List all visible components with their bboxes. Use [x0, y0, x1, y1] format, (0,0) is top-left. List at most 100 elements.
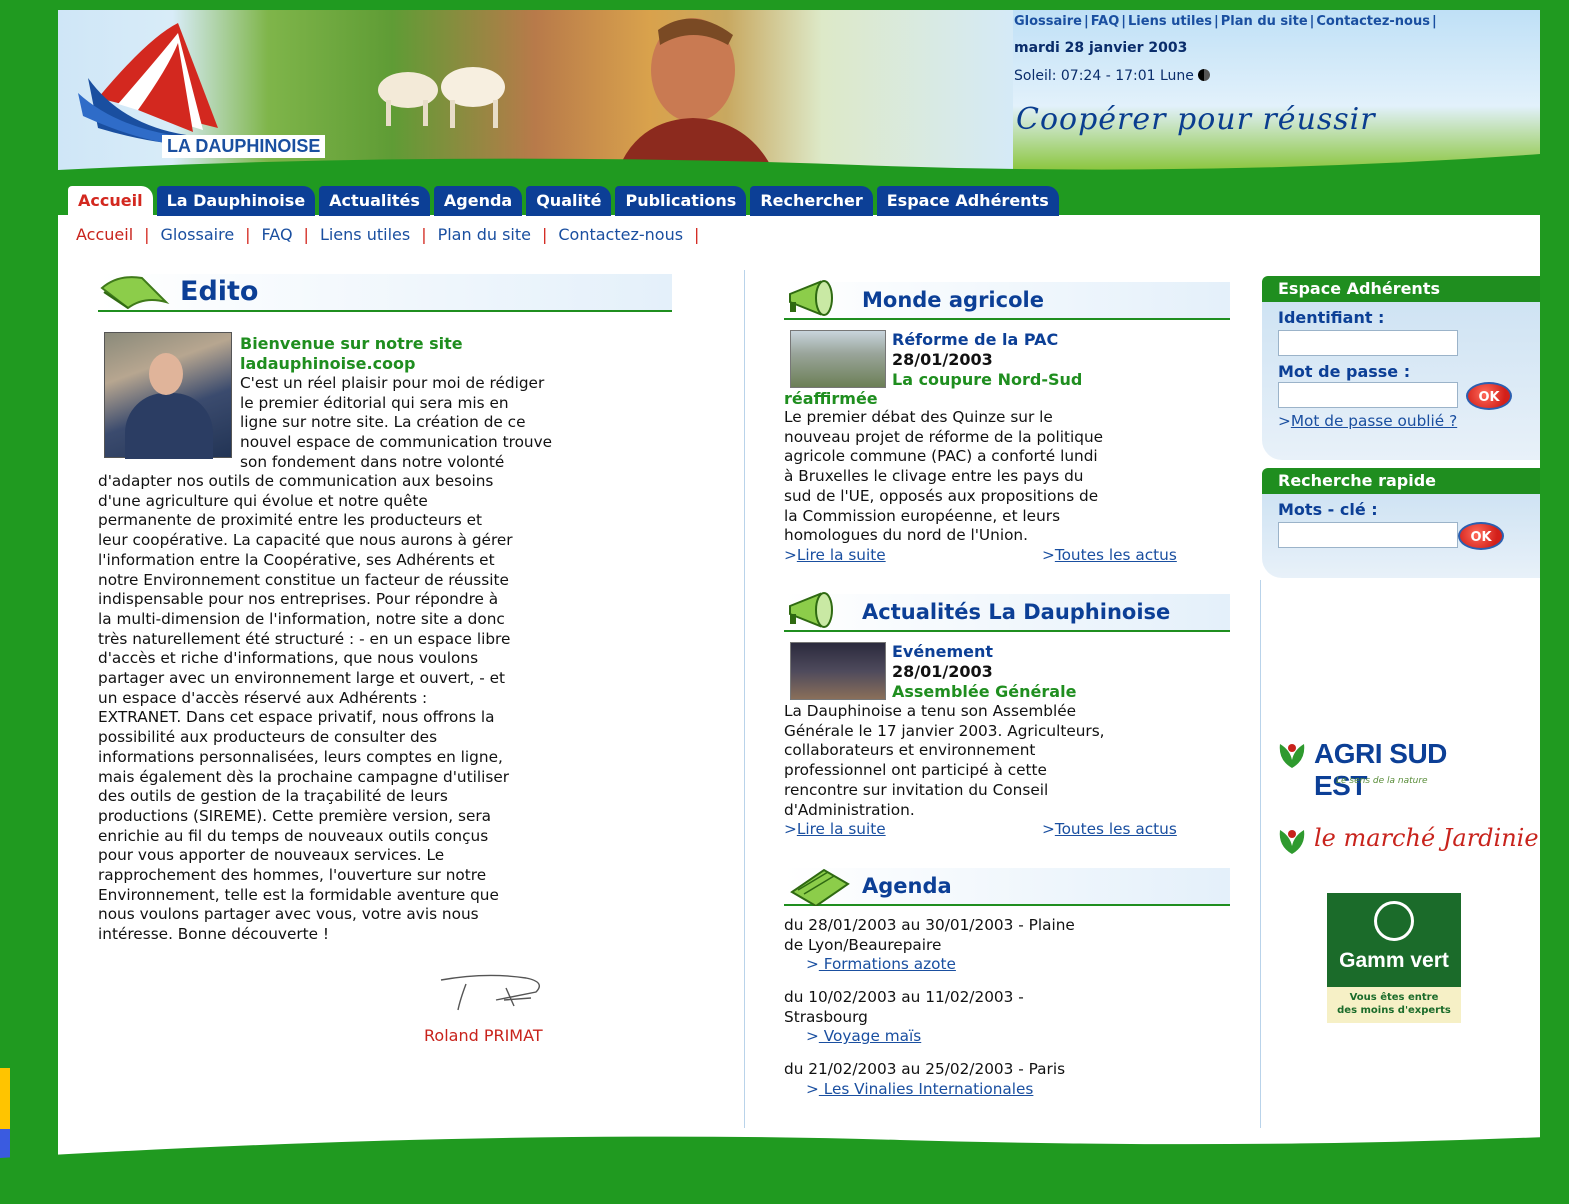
actus-line: rencontre sur invitation du Conseil — [784, 780, 1049, 799]
leaf-logo-icon — [1279, 744, 1305, 768]
edito-line: des outils de gestion de la traçabilité … — [98, 787, 448, 806]
password-input[interactable] — [1278, 382, 1458, 408]
tab-publications[interactable]: Publications — [615, 186, 747, 216]
actus-line: Générale le 17 janvier 2003. Agriculteur… — [784, 721, 1105, 740]
login-ok-button[interactable]: OK — [1466, 382, 1512, 410]
megaphone-icon — [789, 592, 833, 628]
subnav-liens[interactable]: Liens utiles — [320, 225, 410, 244]
search-input[interactable] — [1278, 522, 1458, 548]
top-link-plan[interactable]: Plan du site — [1221, 14, 1308, 29]
edito-line: un espace d'accès réservé aux Adhérents … — [98, 688, 428, 707]
subnav-contact[interactable]: Contactez-nous — [558, 225, 683, 244]
gamm-name: Gamm vert — [1339, 949, 1449, 972]
partner-agri-sud-est[interactable]: AGRI SUD EST Le sens de la nature — [1276, 730, 1486, 801]
monde-line: à Bruxelles le clivage entre les pays du — [784, 467, 1084, 486]
agenda-link-text: Les Vinalies Internationales — [818, 1079, 1034, 1098]
sun-times: Soleil: 07:24 - 17:01 Lune — [1014, 68, 1210, 84]
agenda-link[interactable]: > Les Vinalies Internationales — [784, 1080, 1244, 1100]
edito-line: indispensable pour nos entreprises. Pour… — [98, 590, 499, 609]
edito-line: intéresse. Bonne découverte ! — [98, 925, 330, 944]
actus-all-news-text: Toutes les actus — [1054, 820, 1177, 838]
members-box-header: Espace Adhérents — [1262, 276, 1540, 302]
agenda-place: Strasbourg — [784, 1007, 868, 1026]
monde-all-news-link[interactable]: >Toutes les actus — [1042, 546, 1177, 564]
top-link-faq[interactable]: FAQ — [1091, 14, 1120, 29]
password-label: Mot de passe : — [1278, 362, 1411, 381]
header-wave — [58, 154, 1540, 170]
edito-line: partager avec un environnement large et … — [98, 669, 505, 688]
tab-agenda[interactable]: Agenda — [433, 186, 523, 216]
top-link-contact[interactable]: Contactez-nous — [1316, 14, 1430, 29]
cows-icon — [378, 67, 505, 128]
edito-line: informations personnalisées, leurs compt… — [98, 747, 503, 766]
actus-line: La Dauphinoise a tenu son Assemblée — [784, 702, 1077, 720]
notebook-icon — [790, 868, 850, 906]
edito-line: son fondement dans notre volonté — [240, 452, 505, 471]
gamm-tagline: Vous êtes entre des moins d'experts — [1327, 987, 1461, 1023]
actus-thumbnail[interactable] — [790, 642, 886, 700]
edito-line: C'est un réel plaisir pour moi de rédige… — [240, 374, 545, 392]
edito-line: très naturellement été structuré : - en … — [98, 629, 511, 648]
edito-line: le premier éditorial qui sera mis en — [240, 393, 509, 412]
edito-line: Environnement, telle est la formidable a… — [98, 885, 499, 904]
agenda-title: Agenda — [862, 874, 952, 898]
monde-title: Monde agricole — [862, 288, 1044, 312]
actus-title-bar: Actualités La Dauphinoise — [784, 592, 1230, 632]
slogan: Coopérer pour réussir — [1016, 102, 1376, 137]
monde-title-bar: Monde agricole — [784, 280, 1230, 320]
actus-all-news-link[interactable]: >Toutes les actus — [1042, 820, 1177, 838]
agenda-link-text: Voyage maïs — [818, 1027, 922, 1046]
actus-date: 28/01/2003 — [892, 662, 993, 681]
tab-espace-adherents[interactable]: Espace Adhérents — [876, 186, 1059, 216]
column-divider — [1260, 580, 1261, 1128]
monde-read-more-link[interactable]: >Lire la suite — [784, 546, 886, 564]
edito-line: d'une agriculture qui évolue et notre qu… — [98, 491, 428, 510]
top-link-glossaire[interactable]: Glossaire — [1014, 14, 1082, 29]
actus-text: La Dauphinoise a tenu son Assemblée Géné… — [784, 702, 1244, 820]
forgot-password-link[interactable]: >Mot de passe oublié ? — [1278, 412, 1457, 430]
agri-tagline: Le sens de la nature — [1336, 776, 1428, 786]
main-tabs: Accueil La Dauphinoise Actualités Agenda… — [68, 186, 1059, 216]
monde-line: sud de l'UE, opposés aux propositions de — [784, 486, 1099, 505]
agenda-place: de Lyon/Beaurepaire — [784, 935, 942, 954]
tab-actualites[interactable]: Actualités — [319, 186, 430, 216]
current-date: mardi 28 janvier 2003 — [1014, 40, 1188, 56]
agenda-link[interactable]: > Voyage maïs — [784, 1027, 1244, 1047]
top-links: Glossaire | FAQ | Liens utiles | Plan du site |… — [1014, 14, 1437, 29]
tab-qualite[interactable]: Qualité — [526, 186, 612, 216]
signature-name: Roland PRIMAT — [424, 1026, 543, 1045]
subnav-glossaire[interactable]: Glossaire — [161, 225, 235, 244]
top-link-liens[interactable]: Liens utiles — [1128, 14, 1212, 29]
edito-body-top: C'est un réel plaisir pour moi de rédige… — [240, 374, 670, 473]
edito-line: notre Environnement constitue un facteur… — [98, 570, 509, 589]
tab-accueil[interactable]: Accueil — [68, 186, 153, 216]
partner-gamm-vert[interactable]: Gamm vert Vous êtes entre des moins d'ex… — [1327, 893, 1461, 1023]
edito-title-bar: Edito — [98, 274, 672, 312]
login-input[interactable] — [1278, 330, 1458, 356]
monde-kind: Réforme de la PAC — [892, 330, 1059, 349]
tab-rechercher[interactable]: Rechercher — [750, 186, 873, 216]
monde-text: Le premier débat des Quinze sur le nouve… — [784, 408, 1244, 546]
search-ok-button[interactable]: OK — [1458, 522, 1504, 550]
actus-line: professionnel ont participé à cette — [784, 761, 1047, 780]
edito-line: productions (SIREME). Cette première ver… — [98, 806, 492, 825]
subnav-faq[interactable]: FAQ — [262, 225, 293, 244]
agenda-dates: du 10/02/2003 au 11/02/2003 - — [784, 988, 1024, 1006]
column-divider — [744, 270, 745, 1128]
agenda-link[interactable]: > Formations azote — [784, 955, 1244, 975]
edito-line: l'information entre la Coopérative, ses … — [98, 550, 495, 569]
actus-read-more-link[interactable]: >Lire la suite — [784, 820, 886, 838]
actus-line: d'Administration. — [784, 800, 915, 819]
leaf-logo-icon — [1279, 830, 1305, 854]
edito-line: rapprochement des hommes, l'ouverture su… — [98, 866, 487, 885]
monde-all-news-text: Toutes les actus — [1054, 546, 1177, 564]
edito-heading-line1: Bienvenue sur notre site — [240, 334, 463, 353]
subnav-plan[interactable]: Plan du site — [438, 225, 531, 244]
subnav-accueil[interactable]: Accueil — [76, 225, 133, 244]
signature-icon — [440, 974, 540, 1011]
edito-title: Edito — [180, 276, 259, 307]
partner-marche-jardinier[interactable]: le marché Jardinier — [1276, 818, 1540, 868]
footer-wave — [0, 1136, 1569, 1204]
search-box-header: Recherche rapide — [1262, 468, 1540, 494]
tab-la-dauphinoise[interactable]: La Dauphinoise — [156, 186, 316, 216]
